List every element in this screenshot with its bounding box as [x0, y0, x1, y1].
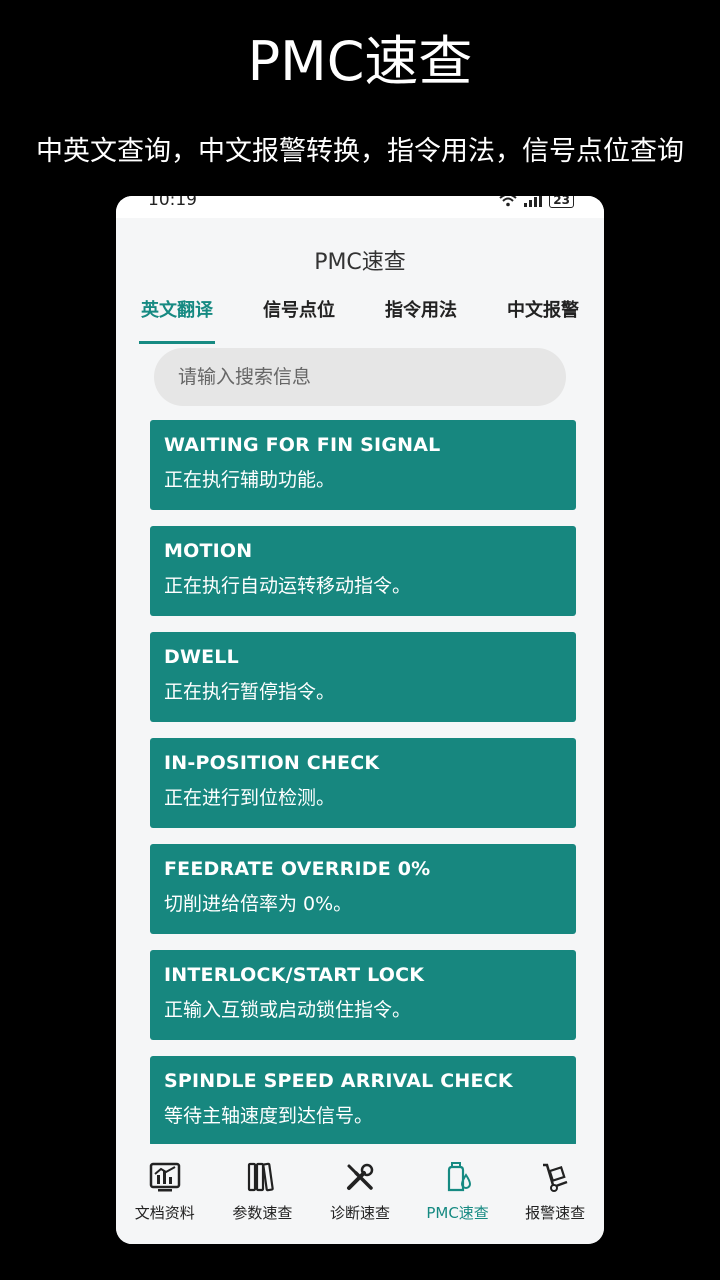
promo-subtitle: 中英文查询，中文报警转换，指令用法，信号点位查询 [36, 136, 684, 167]
list-item-english: IN-POSITION CHECK [164, 752, 380, 774]
list-item[interactable]: MOTION 正在执行自动运转移动指令。 [150, 526, 576, 616]
hand-truck-icon [538, 1160, 572, 1194]
nav-label: 诊断速查 [329, 1204, 390, 1222]
tab-command-usage[interactable]: 指令用法 [383, 292, 459, 336]
list-item-chinese: 正在进行到位检测。 [164, 787, 336, 809]
tab-english-translation[interactable]: 英文翻译 [139, 292, 215, 344]
tab-chinese-alarm[interactable]: 中文报警 [505, 292, 581, 336]
status-time: 10:19 [148, 196, 197, 210]
list-item-chinese: 正在执行辅助功能。 [164, 469, 336, 491]
signal-icon [524, 196, 543, 207]
nav-label: PMC速查 [426, 1204, 489, 1222]
tab-signal-points[interactable]: 信号点位 [261, 292, 337, 336]
list-item[interactable]: DWELL 正在执行暂停指令。 [150, 632, 576, 722]
list-item-english: DWELL [164, 646, 239, 668]
tools-icon [343, 1160, 377, 1194]
app-title: PMC速查 [314, 250, 406, 275]
nav-item-documents[interactable]: 文档资料 [120, 1152, 210, 1223]
list-item-chinese: 切削进给倍率为 0%。 [164, 893, 353, 915]
chart-monitor-icon [148, 1160, 182, 1194]
list-item[interactable]: INTERLOCK/START LOCK 正输入互锁或启动锁住指令。 [150, 950, 576, 1040]
phone-screen: 10:19 23 PMC速查 英文翻译 信号点位 指令用法 中文报警 WAITI… [116, 196, 604, 1244]
nav-item-parameters[interactable]: 参数速查 [217, 1152, 307, 1223]
nav-label: 文档资料 [134, 1204, 195, 1222]
search-input[interactable] [176, 365, 566, 389]
nav-item-pmc[interactable]: PMC速查 [413, 1152, 503, 1223]
nav-label: 报警速查 [525, 1204, 586, 1222]
list-item-english: MOTION [164, 540, 253, 562]
list-item-chinese: 等待主轴速度到达信号。 [164, 1105, 374, 1127]
status-bar: 10:19 23 [116, 196, 604, 218]
wifi-icon [499, 196, 517, 207]
list-item-chinese: 正输入互锁或启动锁住指令。 [164, 999, 412, 1021]
result-list: WAITING FOR FIN SIGNAL 正在执行辅助功能。 MOTION … [150, 420, 576, 1144]
list-item-english: WAITING FOR FIN SIGNAL [164, 434, 441, 456]
promo-title: PMC速查 [247, 30, 473, 93]
list-item-english: INTERLOCK/START LOCK [164, 964, 425, 986]
bottom-nav: 文档资料 参数速查 诊断速查 PMC速查 报警速查 [116, 1152, 604, 1244]
list-item[interactable]: SPINDLE SPEED ARRIVAL CHECK 等待主轴速度到达信号。 [150, 1056, 576, 1144]
nav-item-alarms[interactable]: 报警速查 [510, 1152, 600, 1223]
status-icons: 23 [499, 196, 574, 208]
oil-bottle-icon [441, 1160, 475, 1194]
list-item-chinese: 正在执行暂停指令。 [164, 681, 336, 703]
list-item[interactable]: WAITING FOR FIN SIGNAL 正在执行辅助功能。 [150, 420, 576, 510]
list-item-english: SPINDLE SPEED ARRIVAL CHECK [164, 1070, 513, 1092]
nav-label: 参数速查 [232, 1204, 293, 1222]
nav-item-diagnosis[interactable]: 诊断速查 [315, 1152, 405, 1223]
search-box[interactable] [154, 348, 566, 406]
tab-bar: 英文翻译 信号点位 指令用法 中文报警 [116, 292, 604, 344]
list-item[interactable]: IN-POSITION CHECK 正在进行到位检测。 [150, 738, 576, 828]
battery-icon: 23 [549, 196, 574, 208]
list-item-english: FEEDRATE OVERRIDE 0% [164, 858, 431, 880]
list-item-chinese: 正在执行自动运转移动指令。 [164, 575, 412, 597]
binders-icon [245, 1160, 279, 1194]
list-item[interactable]: FEEDRATE OVERRIDE 0% 切削进给倍率为 0%。 [150, 844, 576, 934]
